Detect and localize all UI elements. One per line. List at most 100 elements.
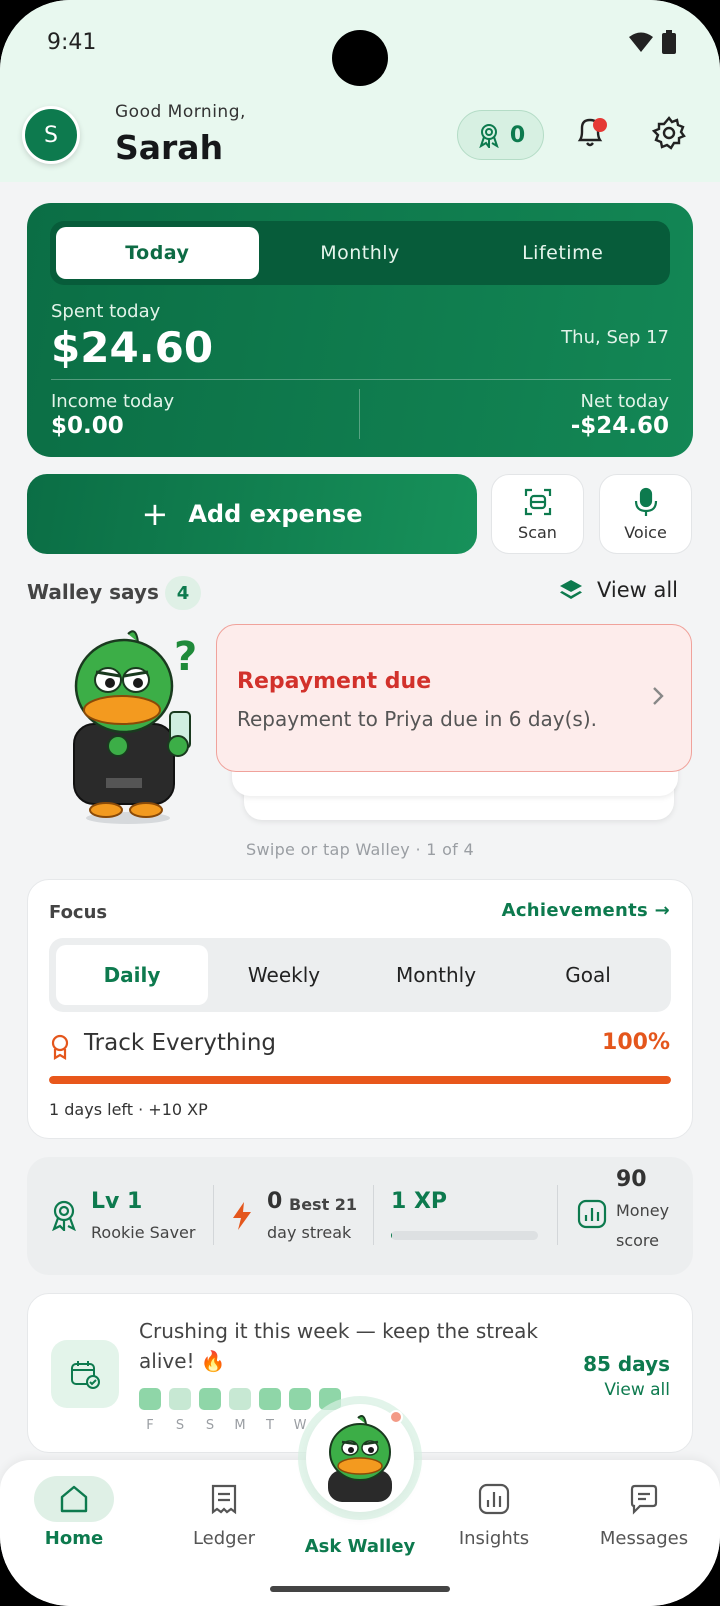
achievements-link[interactable]: Achievements → — [502, 900, 670, 921]
home-indicator — [270, 1586, 450, 1592]
summary-date: Thu, Sep 17 — [561, 327, 669, 348]
gear-icon[interactable] — [652, 116, 686, 150]
streak-day-dot — [139, 1388, 161, 1410]
scan-label: Scan — [518, 522, 557, 542]
tab-daily[interactable]: Daily — [56, 945, 208, 1005]
streak-day-dot — [199, 1388, 221, 1410]
nav-ask-walley[interactable]: Ask Walley — [300, 1530, 420, 1557]
nav-insights[interactable]: Insights — [434, 1476, 554, 1549]
camera-cutout — [332, 30, 388, 86]
avatar[interactable]: S — [22, 106, 80, 164]
chevron-right-icon — [653, 687, 664, 705]
system-icons — [628, 30, 676, 54]
greeting: Good Morning, — [115, 102, 246, 122]
walley-view-all-link[interactable]: View all — [559, 578, 678, 602]
income-label: Income today — [51, 391, 175, 412]
focus-title: Focus — [49, 902, 108, 923]
tab-today[interactable]: Today — [56, 227, 259, 279]
battery-icon — [662, 30, 676, 54]
header-area — [0, 0, 720, 182]
tab-monthly-focus[interactable]: Monthly — [360, 945, 512, 1005]
streak-day-label: W — [293, 1418, 307, 1433]
layers-icon — [559, 580, 582, 599]
streak-day-label: T — [266, 1418, 274, 1433]
streak-day-label: S — [175, 1418, 185, 1433]
level-name: Rookie Saver — [91, 1223, 196, 1242]
achievement-badge-button[interactable]: 0 — [457, 110, 544, 160]
streak-view-all-link[interactable]: View all — [604, 1380, 670, 1400]
nav-home-pill — [34, 1476, 114, 1522]
tab-monthly[interactable]: Monthly — [259, 227, 462, 279]
net-value: -$24.60 — [570, 413, 669, 439]
tab-goal[interactable]: Goal — [512, 945, 664, 1005]
repayment-alert-card[interactable]: Repayment due Repayment to Priya due in … — [216, 624, 692, 772]
walley-mascot[interactable]: ? — [66, 628, 206, 826]
nav-messages-label: Messages — [599, 1528, 689, 1549]
home-icon — [60, 1485, 88, 1513]
money-score-value: 90 — [616, 1167, 647, 1192]
nav-home[interactable]: Home — [14, 1476, 134, 1549]
nav-ledger[interactable]: Ledger — [164, 1476, 284, 1549]
microphone-icon — [634, 487, 657, 516]
streak-day-dots — [139, 1388, 341, 1410]
view-all-label: View all — [596, 578, 678, 602]
period-tabs: Today Monthly Lifetime — [50, 221, 670, 285]
streak-message: Crushing it this week — keep the streak … — [139, 1319, 539, 1373]
divider — [359, 389, 360, 439]
add-expense-label: Add expense — [188, 500, 363, 528]
streak-best: Best 21 — [289, 1195, 358, 1214]
goal-progress-fill — [49, 1076, 671, 1084]
spent-label: Spent today — [51, 301, 161, 322]
divider — [213, 1185, 214, 1245]
streak-value: 0 — [267, 1189, 283, 1214]
scan-button[interactable]: Scan — [491, 474, 584, 554]
streak-day-labels: FSSMTWT — [139, 1418, 341, 1433]
swipe-hint: Swipe or tap Walley · 1 of 4 — [246, 840, 474, 859]
streak-calendar-tile — [51, 1340, 119, 1408]
money-score-label: score — [616, 1231, 659, 1250]
alert-title: Repayment due — [237, 669, 432, 694]
streak-day-dot — [169, 1388, 191, 1410]
lightning-icon — [233, 1202, 251, 1230]
level-stats-strip: Lv 1 Rookie Saver 0 Best 21 day streak 1… — [27, 1157, 693, 1275]
focus-card: Focus Achievements → Daily Weekly Monthl… — [27, 879, 693, 1139]
scan-icon — [524, 488, 551, 515]
money-score-label: Money — [616, 1201, 670, 1220]
streak-label: day streak — [267, 1223, 352, 1242]
walley-says-title: Walley says — [27, 580, 159, 604]
income-value: $0.00 — [51, 413, 124, 439]
divider — [557, 1185, 558, 1245]
streak-days: 85 days — [583, 1352, 670, 1376]
divider — [373, 1185, 374, 1245]
focus-period-tabs: Daily Weekly Monthly Goal — [49, 938, 671, 1012]
chart-bars-icon — [478, 1483, 510, 1515]
streak-day-label: S — [205, 1418, 215, 1433]
streak-day-dot — [289, 1388, 311, 1410]
wifi-icon — [629, 32, 653, 52]
nav-home-label: Home — [44, 1528, 104, 1549]
voice-button[interactable]: Voice — [599, 474, 692, 554]
calendar-check-icon — [71, 1361, 100, 1389]
streak-day-dot — [319, 1388, 341, 1410]
goal-meta: 1 days left · +10 XP — [49, 1100, 208, 1119]
nav-messages[interactable]: Messages — [584, 1476, 704, 1549]
add-expense-button[interactable]: + Add expense — [27, 474, 477, 554]
chart-bars-icon — [577, 1199, 607, 1229]
walley-count-badge: 4 — [165, 576, 201, 610]
xp-value: 1 XP — [391, 1189, 448, 1214]
nav-insights-pill — [454, 1476, 534, 1522]
notification-dot — [593, 118, 607, 132]
plus-icon: + — [141, 495, 169, 533]
nav-insights-label: Insights — [458, 1528, 530, 1549]
net-label: Net today — [580, 391, 670, 412]
svg-text:?: ? — [174, 634, 197, 680]
spending-summary-card: Today Monthly Lifetime Spent today $24.6… — [27, 203, 693, 457]
tab-lifetime[interactable]: Lifetime — [461, 227, 664, 279]
nav-ledger-pill — [184, 1476, 264, 1522]
goal-name: Track Everything — [84, 1030, 277, 1056]
status-time: 9:41 — [47, 30, 97, 55]
tab-weekly[interactable]: Weekly — [208, 945, 360, 1005]
receipt-icon — [211, 1484, 237, 1515]
walley-avatar-icon — [328, 1415, 392, 1502]
streak-day-label: M — [234, 1418, 246, 1433]
